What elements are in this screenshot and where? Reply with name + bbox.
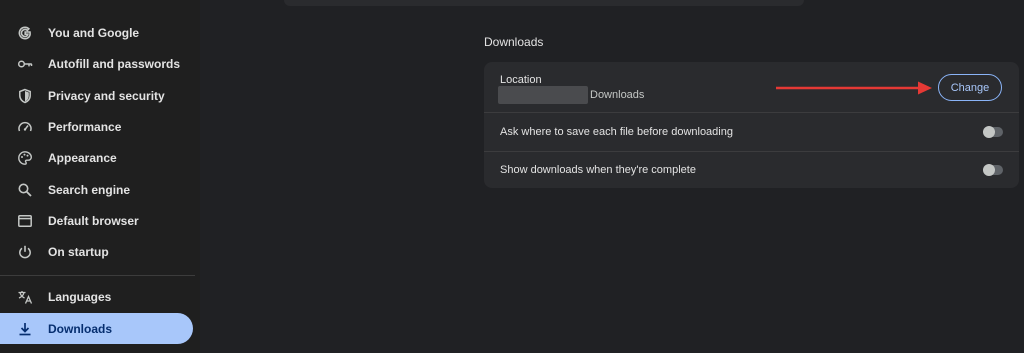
- toggle-knob: [983, 164, 995, 176]
- sidebar-item-autofill[interactable]: Autofill and passwords: [0, 48, 193, 79]
- browser-window-icon: [16, 212, 34, 230]
- sidebar-item-performance[interactable]: Performance: [0, 111, 193, 142]
- sidebar-item-default-browser[interactable]: Default browser: [0, 205, 193, 236]
- sidebar-item-label: Privacy and security: [48, 88, 165, 103]
- location-path: Downloads: [498, 86, 644, 104]
- sidebar-item-on-startup[interactable]: On startup: [0, 236, 193, 267]
- sidebar-item-label: On startup: [48, 244, 109, 259]
- downloads-settings-card: Location Downloads Change Ask where to s…: [484, 62, 1019, 188]
- show-downloads-toggle[interactable]: [983, 164, 1003, 176]
- palette-icon: [16, 149, 34, 167]
- key-icon: [16, 55, 34, 73]
- sidebar-divider: [0, 275, 195, 276]
- shield-icon: [16, 87, 34, 105]
- sidebar-item-downloads[interactable]: Downloads: [0, 313, 193, 344]
- settings-sidebar: You and Google Autofill and passwords Pr…: [0, 0, 200, 353]
- change-location-button[interactable]: Change: [938, 74, 1002, 101]
- show-downloads-row[interactable]: Show downloads when they're complete: [484, 152, 1019, 188]
- location-folder: Downloads: [590, 89, 645, 101]
- redacted-path: [498, 86, 588, 104]
- download-icon: [16, 320, 34, 338]
- ask-where-to-save-label: Ask where to save each file before downl…: [500, 126, 733, 138]
- previous-section-card: [284, 0, 804, 6]
- show-downloads-label: Show downloads when they're complete: [500, 164, 696, 176]
- sidebar-item-label: Languages: [48, 289, 112, 304]
- google-icon: [16, 24, 34, 42]
- sidebar-item-label: Autofill and passwords: [48, 56, 181, 71]
- location-label: Location: [500, 74, 542, 86]
- sidebar-item-label: You and Google: [48, 25, 140, 40]
- ask-where-to-save-row[interactable]: Ask where to save each file before downl…: [484, 113, 1019, 151]
- sidebar-item-you-and-google[interactable]: You and Google: [0, 17, 193, 48]
- speedometer-icon: [16, 118, 34, 136]
- sidebar-item-label: Downloads: [48, 321, 113, 336]
- sidebar-item-label: Performance: [48, 119, 122, 134]
- sidebar-item-privacy[interactable]: Privacy and security: [0, 80, 193, 111]
- sidebar-item-appearance[interactable]: Appearance: [0, 142, 193, 173]
- search-icon: [16, 181, 34, 199]
- toggle-knob: [983, 126, 995, 138]
- sidebar-item-languages[interactable]: Languages: [0, 281, 193, 312]
- power-icon: [16, 243, 34, 261]
- sidebar-item-label: Default browser: [48, 213, 139, 228]
- sidebar-item-search-engine[interactable]: Search engine: [0, 174, 193, 205]
- annotation-arrow-icon: [776, 81, 932, 95]
- section-title: Downloads: [484, 35, 544, 49]
- translate-icon: [16, 288, 34, 306]
- ask-where-to-save-toggle[interactable]: [983, 126, 1003, 138]
- sidebar-item-label: Appearance: [48, 150, 117, 165]
- sidebar-item-label: Search engine: [48, 182, 131, 197]
